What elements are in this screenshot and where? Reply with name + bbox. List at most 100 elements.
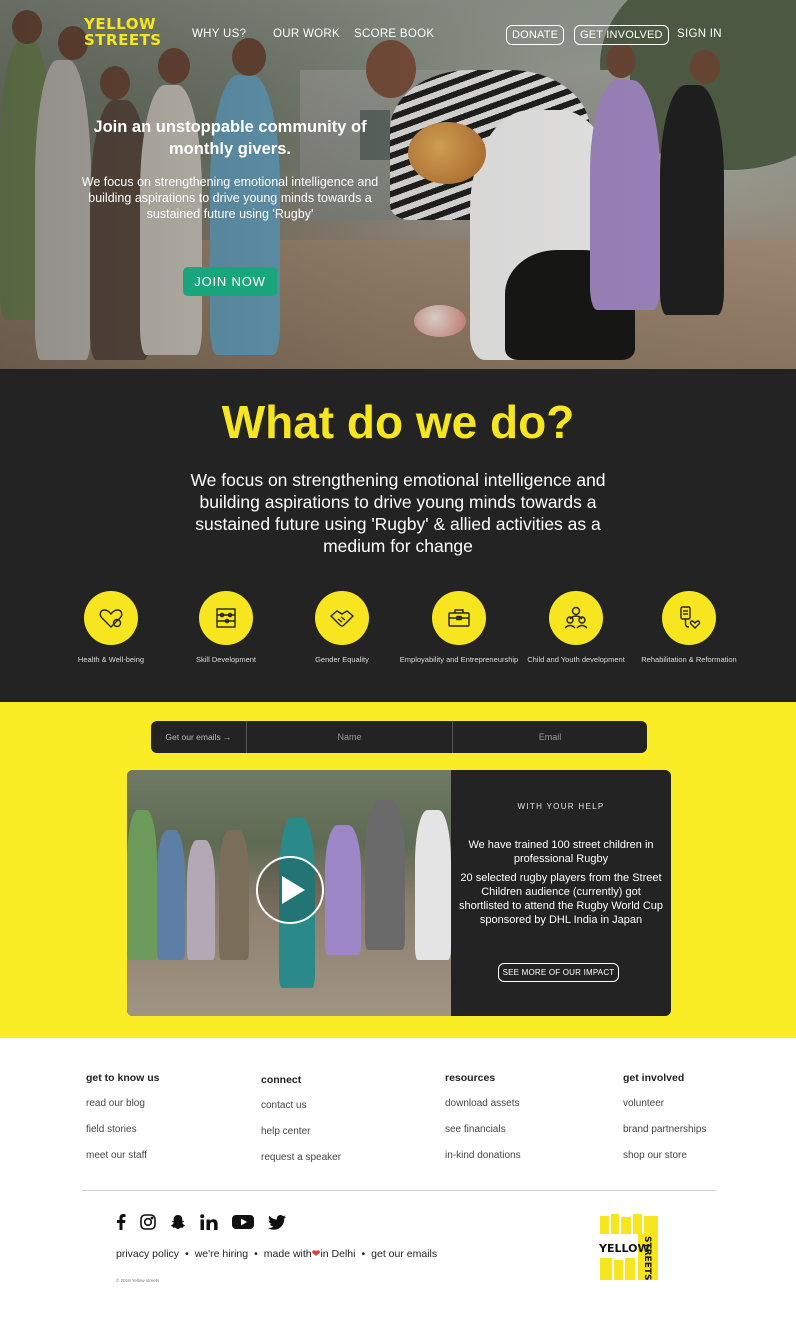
email-input[interactable] (453, 721, 647, 753)
feature-label: Employability and Entrepreneurship (399, 655, 519, 664)
impact-text-panel: WITH YOUR HELP We have trained 100 stree… (451, 770, 671, 1016)
feature-circle (84, 591, 138, 645)
privacy-policy-link[interactable]: privacy policy (116, 1248, 179, 1260)
footer-column-connect: connect contact us help center request a… (261, 1074, 341, 1178)
impact-paragraph-2: 20 selected rugby players from the Stree… (458, 872, 664, 926)
feature-circle (432, 591, 486, 645)
nav-link-our-work[interactable]: OUR WORK (273, 28, 340, 40)
feature-circle (662, 591, 716, 645)
logo[interactable]: YELLOW STREETS (84, 15, 162, 49)
footer-link[interactable]: meet our staff (86, 1150, 160, 1176)
hiring-link[interactable]: we're hiring (195, 1248, 248, 1260)
what-title: What do we do? (221, 396, 575, 448)
footer-logo-word: STREETS (642, 1236, 652, 1280)
abacus-icon (216, 608, 236, 628)
footer-column-get-to-know-us: get to know us read our blog field stori… (86, 1072, 160, 1176)
handshake-icon (329, 610, 355, 627)
footer-link[interactable]: see financials (445, 1124, 521, 1150)
video-figure (365, 800, 405, 950)
play-button[interactable] (256, 856, 324, 924)
email-signup-label: Get our emails → (165, 732, 232, 742)
footer-column-resources: resources download assets see financials… (445, 1072, 521, 1176)
hero-subtitle: We focus on strengthening emotional inte… (81, 175, 379, 221)
video-figure (127, 810, 157, 960)
feature-employability: Employability and Entrepreneurship (399, 591, 519, 664)
footer-link[interactable]: brand partnerships (623, 1124, 706, 1150)
footer-heading: resources (445, 1072, 496, 1084)
nav-link-why-us[interactable]: WHY US? (192, 28, 246, 40)
footer-link[interactable]: help center (261, 1126, 341, 1152)
separator-dot: • (361, 1248, 366, 1260)
impact-band: Get our emails → WITH YOUR HELP We have … (0, 702, 796, 1038)
get-our-emails-link[interactable]: get our emails (371, 1248, 437, 1260)
play-icon (282, 876, 305, 904)
feature-circle (315, 591, 369, 645)
email-signup-bar: Get our emails → (151, 721, 647, 753)
video-figure (157, 830, 185, 960)
see-more-impact-button[interactable]: SEE MORE OF OUR IMPACT (498, 963, 619, 982)
feature-rehabilitation: Rehabilitation & Reformation (629, 591, 749, 664)
heart-icon (99, 609, 123, 628)
separator-dot: • (254, 1248, 258, 1260)
name-input[interactable] (247, 721, 452, 753)
video-figure (325, 825, 361, 955)
logo-line: STREETS (84, 31, 162, 49)
feature-label: Skill Development (195, 655, 257, 664)
facebook-icon[interactable] (116, 1214, 126, 1235)
footer-column-get-involved: get involved volunteer brand partnership… (623, 1072, 706, 1176)
linkedin-icon[interactable] (200, 1214, 218, 1235)
footer-link[interactable]: in-kind donations (445, 1150, 521, 1176)
footer: get to know us read our blog field stori… (0, 1038, 796, 1324)
video-figure (219, 830, 249, 960)
what-subtitle: We focus on strengthening emotional inte… (190, 470, 606, 556)
feature-gender: Gender Equality (282, 591, 402, 664)
footer-link[interactable]: volunteer (623, 1098, 706, 1124)
people-icon (564, 606, 588, 629)
drip-icon (680, 606, 701, 629)
footer-heading: get to know us (86, 1072, 160, 1084)
footer-heading: connect (261, 1074, 302, 1086)
youtube-icon[interactable] (232, 1214, 254, 1235)
footer-link[interactable]: read our blog (86, 1098, 160, 1124)
footer-link[interactable]: download assets (445, 1098, 521, 1124)
video-figure (187, 840, 215, 960)
video-figure (415, 810, 451, 960)
hero-title: Join an unstoppable community of monthly… (93, 118, 367, 158)
get-involved-button[interactable]: GET INVOLVED (574, 25, 669, 45)
briefcase-icon (448, 609, 470, 627)
logo-line: YELLOW (84, 15, 156, 33)
feature-circle (199, 591, 253, 645)
sign-in-link[interactable]: SIGN IN (677, 28, 722, 40)
feature-circle (549, 591, 603, 645)
hero-section: YELLOW STREETS WHY US? OUR WORK SCORE BO… (0, 0, 796, 369)
feature-health: Health & Well-being (51, 591, 171, 664)
separator-dot: • (185, 1248, 189, 1260)
feature-child-youth: Child and Youth development (516, 591, 636, 664)
footer-bottom-links: privacy policy • we're hiring • made with❤in… (116, 1248, 437, 1260)
footer-link[interactable]: request a speaker (261, 1152, 341, 1178)
what-we-do-section: What do we do? We focus on strengthening… (0, 369, 796, 702)
footer-logo[interactable]: YELLOW STREETS (598, 1214, 660, 1282)
footer-link[interactable]: shop our store (623, 1150, 706, 1176)
impact-eyebrow: WITH YOUR HELP (517, 802, 605, 811)
copyright: © 2019 Yellow streets (116, 1278, 160, 1283)
impact-card: WITH YOUR HELP We have trained 100 stree… (127, 770, 671, 1016)
footer-heading: get involved (623, 1072, 685, 1084)
footer-logo-word: YELLOW (598, 1242, 650, 1255)
twitter-icon[interactable] (268, 1214, 286, 1235)
feature-label: Gender Equality (315, 655, 369, 664)
video-player[interactable] (127, 770, 451, 1016)
footer-divider (82, 1190, 716, 1191)
footer-link[interactable]: contact us (261, 1100, 341, 1126)
feature-skill: Skill Development (166, 591, 286, 664)
nav-link-score-book[interactable]: SCORE BOOK (354, 28, 434, 40)
instagram-icon[interactable] (140, 1214, 156, 1235)
social-links (116, 1214, 286, 1235)
made-with-prefix: made with (263, 1248, 312, 1260)
made-with-suffix: in Delhi (320, 1248, 356, 1260)
donate-button[interactable]: DONATE (506, 25, 565, 45)
join-now-button[interactable]: JOIN NOW (183, 267, 277, 296)
feature-label: Child and Youth development (527, 655, 625, 664)
snapchat-icon[interactable] (170, 1214, 186, 1235)
footer-link[interactable]: field stories (86, 1124, 160, 1150)
